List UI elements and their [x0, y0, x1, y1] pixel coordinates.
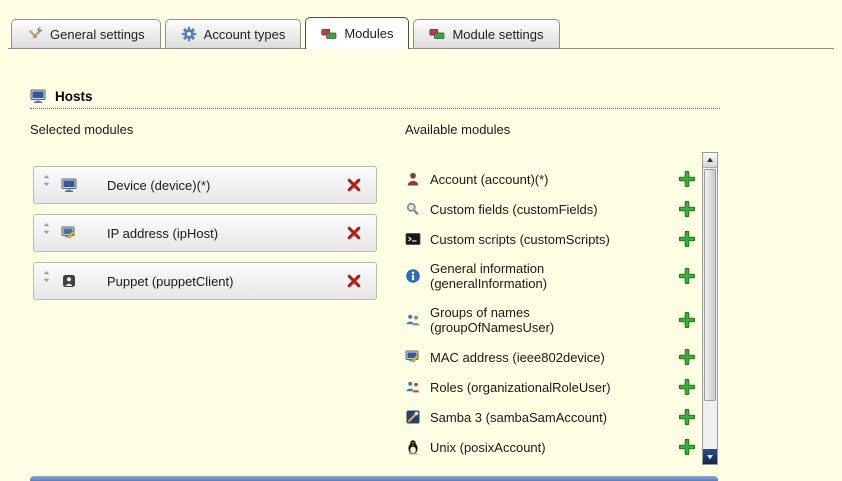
terminal-icon: [405, 231, 421, 247]
device-icon: [61, 177, 77, 193]
available-module-label: Samba 3 (sambaSamAccount): [430, 410, 648, 425]
roles-icon: [405, 379, 421, 395]
hosts-section-header: Hosts: [30, 88, 93, 104]
add-module-button[interactable]: [679, 409, 695, 425]
section-divider: [30, 108, 720, 109]
add-module-button[interactable]: [679, 439, 695, 455]
arrow-up-icon: [706, 156, 714, 164]
tab-modules[interactable]: Modules: [305, 17, 409, 49]
selected-modules-heading: Selected modules: [30, 122, 133, 137]
available-module-label: Custom fields (customFields): [430, 202, 648, 217]
selected-modules-list: Device (device)(*) IP address (ipHost): [33, 166, 377, 310]
drag-handle-icon[interactable]: [41, 271, 52, 282]
available-module-row-custom-fields: Custom fields (customFields): [405, 194, 701, 224]
available-module-row-mac-address: MAC address (ieee802device): [405, 342, 701, 372]
section-title: Hosts: [55, 89, 93, 104]
selected-module-label: Device (device)(*): [107, 178, 346, 193]
gears-icon: [181, 26, 197, 42]
scrollbar-thumb[interactable]: [704, 169, 716, 401]
available-module-row-general-information: General information (generalInformation): [405, 254, 701, 298]
remove-module-button[interactable]: [346, 177, 362, 193]
add-module-button[interactable]: [679, 349, 695, 365]
available-module-row-windows: Windows (windowsHost)(*): [405, 462, 701, 465]
mac-address-icon: [405, 349, 421, 365]
remove-module-button[interactable]: [346, 225, 362, 241]
remove-module-button[interactable]: [346, 273, 362, 289]
available-module-row-groups-of-names: Groups of names (groupOfNamesUser): [405, 298, 701, 342]
tab-label: Module settings: [452, 27, 543, 42]
modules-bricks-icon: [321, 26, 337, 42]
add-module-button[interactable]: [679, 312, 695, 328]
scroll-up-button[interactable]: [703, 153, 717, 168]
add-module-button[interactable]: [679, 379, 695, 395]
tab-module-settings[interactable]: Module settings: [413, 19, 559, 48]
selected-module-label: IP address (ipHost): [107, 226, 346, 241]
available-modules-heading: Available modules: [405, 122, 510, 137]
next-section-header-bar: [30, 476, 718, 481]
available-module-label: Custom scripts (customScripts): [430, 232, 648, 247]
drag-handle-icon[interactable]: [41, 223, 52, 234]
available-module-row-unix: Unix (posixAccount): [405, 432, 701, 462]
puppet-icon: [61, 273, 77, 289]
tab-label: Account types: [204, 27, 286, 42]
available-module-row-account: Account (account)(*): [405, 164, 701, 194]
ip-address-icon: [61, 225, 77, 241]
add-module-button[interactable]: [679, 171, 695, 187]
groups-icon: [405, 312, 421, 328]
add-module-button[interactable]: [679, 231, 695, 247]
drag-handle-icon[interactable]: [41, 175, 52, 186]
hosts-monitor-icon: [30, 88, 46, 104]
lam-configuration-page: General settings Account types Modules M…: [0, 0, 842, 481]
add-module-button[interactable]: [679, 268, 695, 284]
selected-module-label: Puppet (puppetClient): [107, 274, 346, 289]
scroll-down-button[interactable]: [703, 449, 717, 464]
add-module-button[interactable]: [679, 201, 695, 217]
wrench-icon: [27, 26, 43, 42]
info-icon: [405, 268, 421, 284]
magnifier-icon: [405, 201, 421, 217]
account-icon: [405, 171, 421, 187]
modules-bricks-icon: [429, 26, 445, 42]
selected-module-row-device[interactable]: Device (device)(*): [33, 166, 377, 204]
available-module-label: General information (generalInformation): [430, 261, 648, 291]
available-module-row-roles: Roles (organizationalRoleUser): [405, 372, 701, 402]
tab-label: Modules: [344, 26, 393, 41]
settings-tabbar: General settings Account types Modules M…: [8, 17, 834, 49]
unix-penguin-icon: [405, 439, 421, 455]
selected-module-row-ip-address[interactable]: IP address (ipHost): [33, 214, 377, 252]
available-modules-list: Account (account)(*) Custom fields (cust…: [405, 152, 701, 465]
available-modules-scrollbar[interactable]: [702, 152, 718, 465]
available-module-row-custom-scripts: Custom scripts (customScripts): [405, 224, 701, 254]
selected-module-row-puppet[interactable]: Puppet (puppetClient): [33, 262, 377, 300]
tab-label: General settings: [50, 27, 145, 42]
available-module-label: Account (account)(*): [430, 172, 648, 187]
available-module-row-samba-3: Samba 3 (sambaSamAccount): [405, 402, 701, 432]
arrow-down-icon: [706, 453, 714, 461]
available-module-label: Groups of names (groupOfNamesUser): [430, 305, 648, 335]
available-module-label: Unix (posixAccount): [430, 440, 648, 455]
tab-account-types[interactable]: Account types: [165, 19, 302, 48]
available-module-label: MAC address (ieee802device): [430, 350, 648, 365]
available-module-label: Roles (organizationalRoleUser): [430, 380, 648, 395]
samba-icon: [405, 409, 421, 425]
tab-general-settings[interactable]: General settings: [11, 19, 161, 48]
